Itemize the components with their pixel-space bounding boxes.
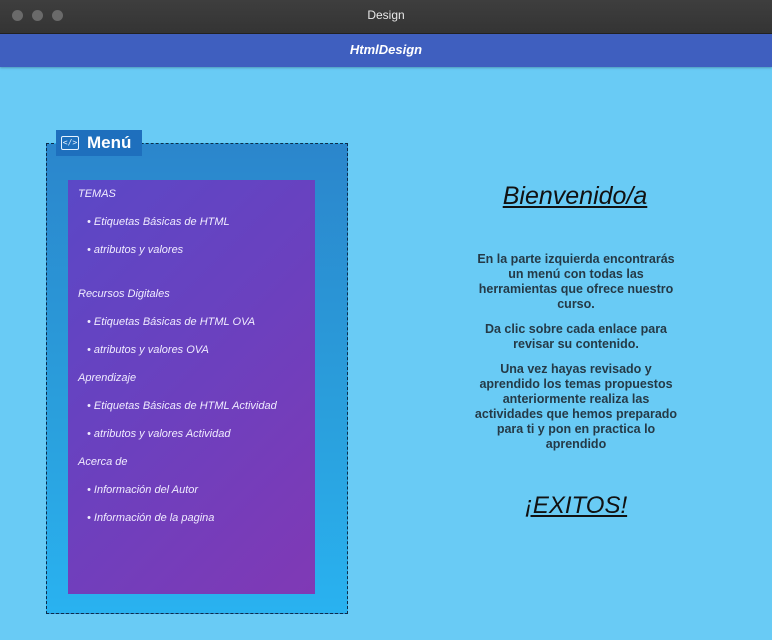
menu-link-atributos-ova[interactable]: atributos y valores OVA <box>87 344 209 356</box>
menu-section-acerca: Acerca de <box>78 456 128 468</box>
menu-link-atributos-actividad[interactable]: atributos y valores Actividad <box>87 428 231 440</box>
menu-section-recursos: Recursos Digitales <box>78 288 170 300</box>
menu-link-info-autor[interactable]: Información del Autor <box>87 484 198 496</box>
closing-message: ¡EXITOS! <box>524 492 628 519</box>
menu-link-etiquetas-actividad[interactable]: Etiquetas Básicas de HTML Actividad <box>87 400 277 412</box>
code-icon: </> <box>61 136 79 150</box>
menu-section-aprendizaje: Aprendizaje <box>78 372 137 384</box>
app-title: HtmlDesign <box>349 42 423 57</box>
menu-list: TEMAS Etiquetas Básicas de HTML atributo… <box>68 180 315 594</box>
window-title: Design <box>367 8 405 22</box>
menu-section-temas: TEMAS <box>78 188 116 200</box>
welcome-title: Bienvenido/a <box>502 182 648 210</box>
welcome-paragraph-1: En la parte izquierda encontrarás un men… <box>477 252 675 311</box>
menu-link-etiquetas-basicas[interactable]: Etiquetas Básicas de HTML <box>87 216 230 228</box>
app-header: HtmlDesign <box>0 34 772 67</box>
menu-header: </> Menú <box>56 130 142 156</box>
menu-link-etiquetas-ova[interactable]: Etiquetas Básicas de HTML OVA <box>87 316 255 328</box>
menu-link-atributos-valores[interactable]: atributos y valores <box>87 244 183 256</box>
welcome-paragraph-2: Da clic sobre cada enlace para revisar s… <box>484 322 668 351</box>
window-titlebar: Design <box>0 0 772 34</box>
menu-title: Menú <box>87 133 132 152</box>
menu-link-info-pagina[interactable]: Información de la pagina <box>87 512 214 524</box>
welcome-paragraph-3: Una vez hayas revisado y aprendido los t… <box>474 362 678 451</box>
